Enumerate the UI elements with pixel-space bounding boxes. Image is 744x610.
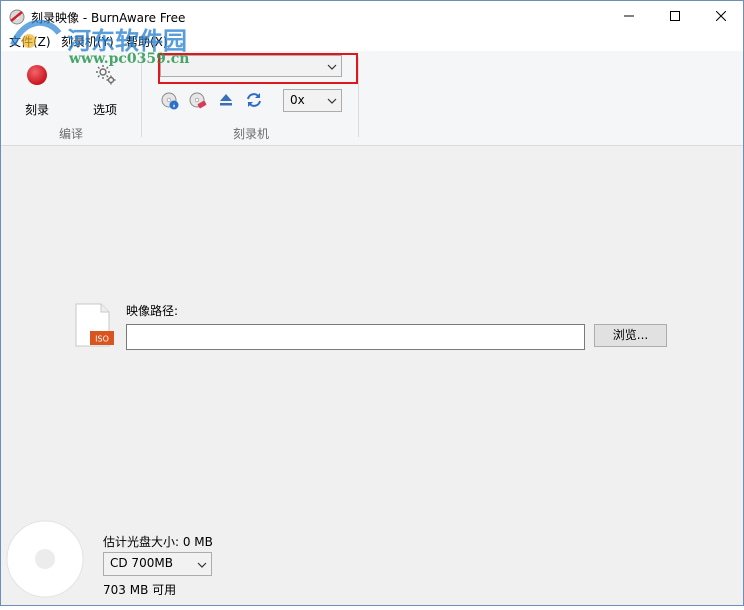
close-button[interactable] (698, 1, 744, 31)
chevron-down-icon (327, 95, 337, 105)
ribbon-toolbar: 刻录 选项 编译 0x 刻录机 (1, 51, 743, 146)
record-icon (26, 64, 48, 89)
group-separator (358, 57, 359, 137)
options-button-label: 选项 (92, 103, 117, 117)
iso-badge-text: ISO (95, 335, 109, 344)
estimated-size-label: 估计光盘大小: 0 MB (103, 535, 213, 549)
burn-button-label: 刻录 (24, 103, 49, 117)
minimize-button[interactable] (606, 1, 652, 31)
disc-type-select[interactable]: CD 700MB (103, 552, 212, 576)
image-path-input[interactable] (126, 324, 585, 350)
browse-button[interactable]: 浏览... (594, 324, 667, 347)
menu-burner[interactable]: 刻录机(Y) (61, 33, 114, 50)
disc-info-icon[interactable] (161, 92, 179, 113)
refresh-icon[interactable] (245, 91, 263, 112)
burn-button[interactable]: 刻录 (11, 59, 63, 117)
eject-icon[interactable] (218, 92, 234, 111)
app-window: 刻录映像 - BurnAware Free 文件(Z) 刻录机(Y) 帮助(X)… (0, 0, 744, 606)
chevron-down-icon (197, 559, 207, 569)
image-path-label: 映像路径: (126, 304, 179, 318)
erase-disc-icon[interactable] (189, 92, 207, 113)
burnaware-app-icon (9, 9, 25, 25)
title-bar: 刻录映像 - BurnAware Free (1, 1, 743, 31)
group-separator (141, 57, 142, 137)
options-button[interactable]: 选项 (79, 59, 131, 117)
iso-file-icon: ISO (75, 303, 115, 347)
window-title: 刻录映像 - BurnAware Free (31, 11, 186, 25)
maximize-button[interactable] (652, 1, 698, 31)
menu-file[interactable]: 文件(Z) (9, 33, 51, 50)
speed-select[interactable]: 0x (283, 89, 342, 112)
menu-bar: 文件(Z) 刻录机(Y) 帮助(X) (1, 31, 743, 51)
gear-icon (94, 63, 118, 90)
available-space-label: 703 MB 可用 (103, 583, 177, 597)
group-label-burner: 刻录机 (232, 127, 269, 141)
group-label-edit: 编译 (58, 127, 83, 141)
disc-icon (5, 519, 93, 607)
disc-type-value: CD 700MB (110, 556, 173, 570)
speed-select-value: 0x (290, 93, 305, 107)
menu-help[interactable]: 帮助(X) (126, 33, 168, 50)
highlight-box (158, 53, 358, 84)
